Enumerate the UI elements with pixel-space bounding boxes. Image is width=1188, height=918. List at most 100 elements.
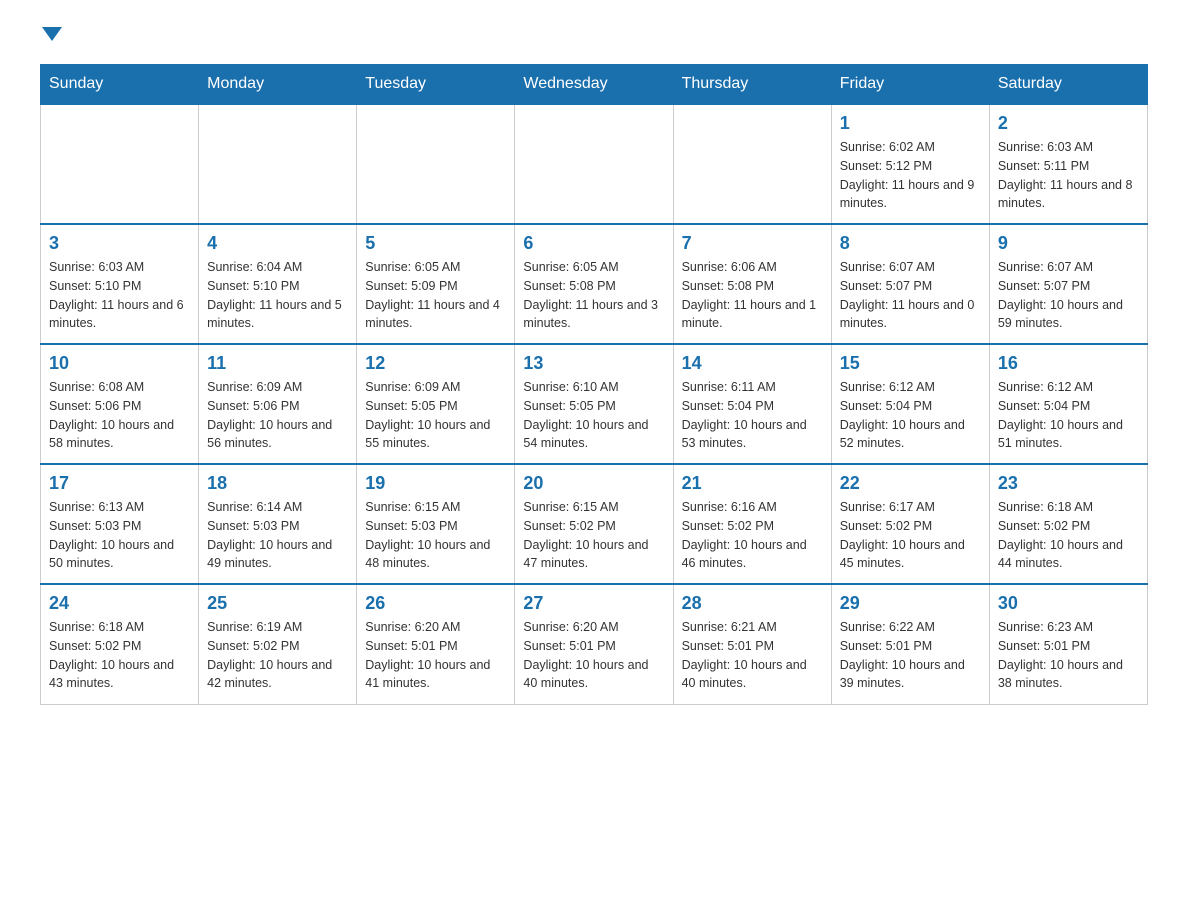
day-number: 18	[207, 473, 348, 494]
day-number: 6	[523, 233, 664, 254]
calendar-cell: 20 Sunrise: 6:15 AMSunset: 5:02 PMDayligh…	[515, 464, 673, 584]
calendar-cell: 17 Sunrise: 6:13 AMSunset: 5:03 PMDayligh…	[41, 464, 199, 584]
day-info: Sunrise: 6:09 AMSunset: 5:05 PMDaylight:…	[365, 378, 506, 453]
week-row-1: 1 Sunrise: 6:02 AMSunset: 5:12 PMDaylight…	[41, 104, 1148, 224]
calendar-cell	[41, 104, 199, 224]
day-info: Sunrise: 6:03 AMSunset: 5:11 PMDaylight:…	[998, 138, 1139, 213]
week-row-2: 3Sunrise: 6:03 AMSunset: 5:10 PMDaylight…	[41, 224, 1148, 344]
day-info: Sunrise: 6:09 AMSunset: 5:06 PMDaylight:…	[207, 378, 348, 453]
day-number: 25	[207, 593, 348, 614]
calendar-cell: 9 Sunrise: 6:07 AMSunset: 5:07 PMDaylight…	[989, 224, 1147, 344]
day-info: Sunrise: 6:05 AMSunset: 5:08 PMDaylight:…	[523, 258, 664, 333]
calendar-cell: 2 Sunrise: 6:03 AMSunset: 5:11 PMDaylight…	[989, 104, 1147, 224]
calendar-cell: 23 Sunrise: 6:18 AMSunset: 5:02 PMDayligh…	[989, 464, 1147, 584]
day-info: Sunrise: 6:15 AMSunset: 5:02 PMDaylight:…	[523, 498, 664, 573]
calendar-table: SundayMondayTuesdayWednesdayThursdayFrid…	[40, 64, 1148, 705]
calendar-cell: 29 Sunrise: 6:22 AMSunset: 5:01 PMDayligh…	[831, 584, 989, 704]
day-number: 30	[998, 593, 1139, 614]
calendar-cell: 13Sunrise: 6:10 AMSunset: 5:05 PMDayligh…	[515, 344, 673, 464]
day-number: 22	[840, 473, 981, 494]
day-info: Sunrise: 6:03 AMSunset: 5:10 PMDaylight:…	[49, 258, 190, 333]
day-info: Sunrise: 6:16 AMSunset: 5:02 PMDaylight:…	[682, 498, 823, 573]
day-number: 28	[682, 593, 823, 614]
day-info: Sunrise: 6:07 AMSunset: 5:07 PMDaylight:…	[840, 258, 981, 333]
calendar-cell: 21 Sunrise: 6:16 AMSunset: 5:02 PMDayligh…	[673, 464, 831, 584]
week-row-5: 24Sunrise: 6:18 AMSunset: 5:02 PMDayligh…	[41, 584, 1148, 704]
day-number: 2	[998, 113, 1139, 134]
day-number: 1	[840, 113, 981, 134]
calendar-cell	[673, 104, 831, 224]
calendar-cell: 10 Sunrise: 6:08 AMSunset: 5:06 PMDayligh…	[41, 344, 199, 464]
day-number: 10	[49, 353, 190, 374]
day-number: 9	[998, 233, 1139, 254]
day-info: Sunrise: 6:15 AMSunset: 5:03 PMDaylight:…	[365, 498, 506, 573]
calendar-cell: 27Sunrise: 6:20 AMSunset: 5:01 PMDayligh…	[515, 584, 673, 704]
day-info: Sunrise: 6:21 AMSunset: 5:01 PMDaylight:…	[682, 618, 823, 693]
calendar-cell: 26 Sunrise: 6:20 AMSunset: 5:01 PMDayligh…	[357, 584, 515, 704]
calendar-cell: 5 Sunrise: 6:05 AMSunset: 5:09 PMDaylight…	[357, 224, 515, 344]
day-info: Sunrise: 6:10 AMSunset: 5:05 PMDaylight:…	[523, 378, 664, 453]
day-number: 16	[998, 353, 1139, 374]
day-info: Sunrise: 6:13 AMSunset: 5:03 PMDaylight:…	[49, 498, 190, 573]
day-info: Sunrise: 6:20 AMSunset: 5:01 PMDaylight:…	[365, 618, 506, 693]
logo	[40, 30, 62, 44]
day-number: 4	[207, 233, 348, 254]
day-info: Sunrise: 6:19 AMSunset: 5:02 PMDaylight:…	[207, 618, 348, 693]
day-info: Sunrise: 6:12 AMSunset: 5:04 PMDaylight:…	[840, 378, 981, 453]
day-info: Sunrise: 6:02 AMSunset: 5:12 PMDaylight:…	[840, 138, 981, 213]
day-info: Sunrise: 6:18 AMSunset: 5:02 PMDaylight:…	[49, 618, 190, 693]
weekday-header-saturday: Saturday	[989, 65, 1147, 105]
weekday-header-sunday: Sunday	[41, 65, 199, 105]
calendar-cell: 25 Sunrise: 6:19 AMSunset: 5:02 PMDayligh…	[199, 584, 357, 704]
week-row-3: 10 Sunrise: 6:08 AMSunset: 5:06 PMDayligh…	[41, 344, 1148, 464]
weekday-header-tuesday: Tuesday	[357, 65, 515, 105]
day-info: Sunrise: 6:20 AMSunset: 5:01 PMDaylight:…	[523, 618, 664, 693]
day-number: 21	[682, 473, 823, 494]
day-info: Sunrise: 6:17 AMSunset: 5:02 PMDaylight:…	[840, 498, 981, 573]
day-info: Sunrise: 6:12 AMSunset: 5:04 PMDaylight:…	[998, 378, 1139, 453]
calendar-cell: 18 Sunrise: 6:14 AMSunset: 5:03 PMDayligh…	[199, 464, 357, 584]
calendar-cell: 3Sunrise: 6:03 AMSunset: 5:10 PMDaylight…	[41, 224, 199, 344]
day-info: Sunrise: 6:06 AMSunset: 5:08 PMDaylight:…	[682, 258, 823, 333]
logo-triangle-icon	[42, 27, 62, 41]
calendar-cell	[357, 104, 515, 224]
day-number: 12	[365, 353, 506, 374]
calendar-cell: 4Sunrise: 6:04 AMSunset: 5:10 PMDaylight…	[199, 224, 357, 344]
day-info: Sunrise: 6:07 AMSunset: 5:07 PMDaylight:…	[998, 258, 1139, 333]
day-number: 29	[840, 593, 981, 614]
calendar-cell: 11 Sunrise: 6:09 AMSunset: 5:06 PMDayligh…	[199, 344, 357, 464]
calendar-cell: 24Sunrise: 6:18 AMSunset: 5:02 PMDayligh…	[41, 584, 199, 704]
calendar-cell: 22 Sunrise: 6:17 AMSunset: 5:02 PMDayligh…	[831, 464, 989, 584]
day-number: 5	[365, 233, 506, 254]
page-header	[40, 30, 1148, 44]
day-info: Sunrise: 6:14 AMSunset: 5:03 PMDaylight:…	[207, 498, 348, 573]
calendar-cell	[515, 104, 673, 224]
calendar-cell: 19 Sunrise: 6:15 AMSunset: 5:03 PMDayligh…	[357, 464, 515, 584]
day-number: 15	[840, 353, 981, 374]
weekday-header-thursday: Thursday	[673, 65, 831, 105]
calendar-cell: 6 Sunrise: 6:05 AMSunset: 5:08 PMDaylight…	[515, 224, 673, 344]
day-info: Sunrise: 6:05 AMSunset: 5:09 PMDaylight:…	[365, 258, 506, 333]
weekday-header-wednesday: Wednesday	[515, 65, 673, 105]
day-info: Sunrise: 6:18 AMSunset: 5:02 PMDaylight:…	[998, 498, 1139, 573]
day-number: 26	[365, 593, 506, 614]
calendar-cell: 15 Sunrise: 6:12 AMSunset: 5:04 PMDayligh…	[831, 344, 989, 464]
day-info: Sunrise: 6:22 AMSunset: 5:01 PMDaylight:…	[840, 618, 981, 693]
day-number: 20	[523, 473, 664, 494]
calendar-cell: 12 Sunrise: 6:09 AMSunset: 5:05 PMDayligh…	[357, 344, 515, 464]
calendar-cell: 28 Sunrise: 6:21 AMSunset: 5:01 PMDayligh…	[673, 584, 831, 704]
day-number: 7	[682, 233, 823, 254]
weekday-header-friday: Friday	[831, 65, 989, 105]
calendar-cell: 30Sunrise: 6:23 AMSunset: 5:01 PMDayligh…	[989, 584, 1147, 704]
day-number: 23	[998, 473, 1139, 494]
calendar-cell: 14 Sunrise: 6:11 AMSunset: 5:04 PMDayligh…	[673, 344, 831, 464]
day-number: 19	[365, 473, 506, 494]
day-info: Sunrise: 6:08 AMSunset: 5:06 PMDaylight:…	[49, 378, 190, 453]
calendar-cell: 7 Sunrise: 6:06 AMSunset: 5:08 PMDaylight…	[673, 224, 831, 344]
day-number: 17	[49, 473, 190, 494]
day-number: 11	[207, 353, 348, 374]
day-info: Sunrise: 6:11 AMSunset: 5:04 PMDaylight:…	[682, 378, 823, 453]
calendar-cell	[199, 104, 357, 224]
day-number: 14	[682, 353, 823, 374]
day-number: 8	[840, 233, 981, 254]
